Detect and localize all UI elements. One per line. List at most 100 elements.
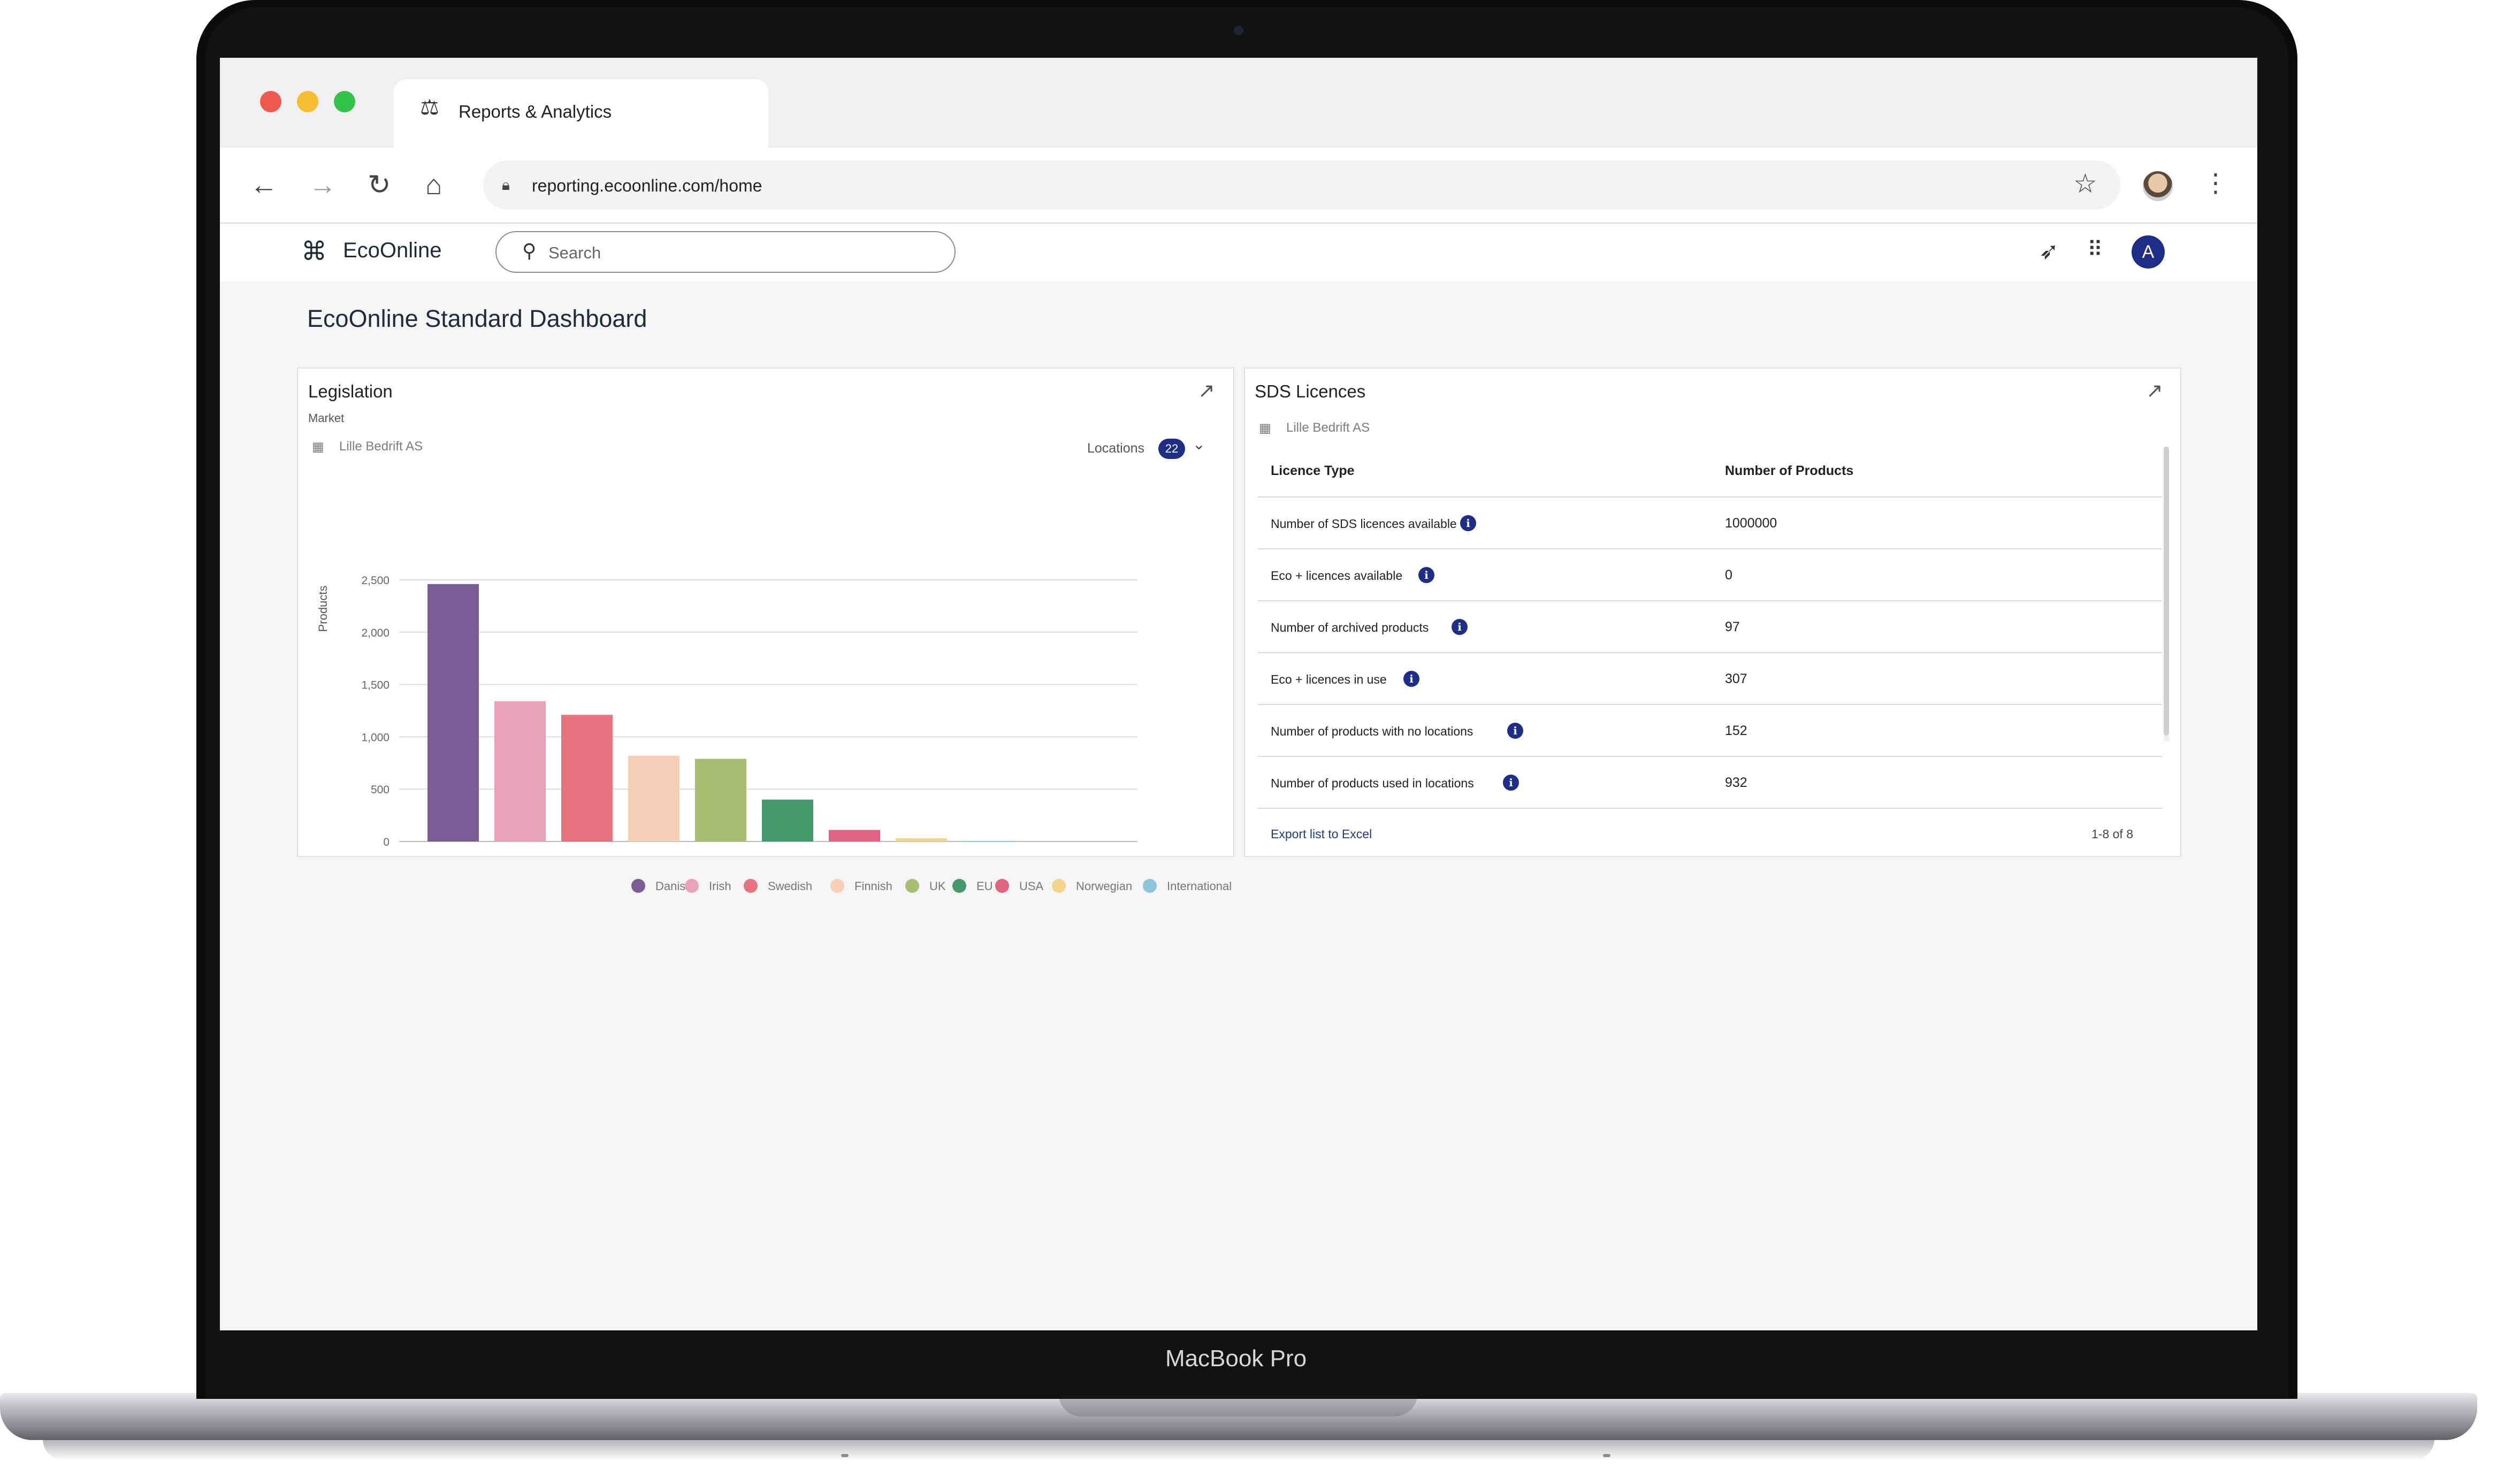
licence-value: 97 [1725,619,1740,634]
export-excel-link[interactable]: Export list to Excel [1271,827,1372,841]
licence-value: 932 [1725,775,1747,790]
pagination-text: 1-8 of 8 [2091,827,2133,841]
y-tick-label: 1,500 [361,679,390,692]
chevron-down-icon[interactable]: ⌄ [1193,435,1205,453]
bookmark-star-icon[interactable]: ☆ [2073,168,2097,199]
back-icon[interactable]: ← [250,166,278,204]
y-tick-label: 1,000 [361,731,390,744]
reload-icon[interactable]: ↻ [368,166,391,204]
info-icon[interactable]: i [1403,671,1419,687]
camera-icon [1234,26,1243,35]
locations-label[interactable]: Locations [1087,441,1144,456]
legislation-title: Legislation [308,381,393,401]
legend-label[interactable]: Norwegian [1076,879,1132,893]
bar-irish[interactable] [494,701,546,841]
info-icon[interactable]: i [1418,567,1434,583]
ecoonline-logo-icon: ⌘ [301,238,327,266]
licence-type-label: Number of products used in locations [1271,776,1474,790]
legend-label[interactable]: UK [929,879,946,893]
laptop-foot [841,1454,849,1457]
scrollbar-thumb[interactable] [2164,447,2169,736]
legend-label[interactable]: Finnish [854,879,892,893]
legend-label[interactable]: Irish [709,879,731,893]
laptop-shadow [43,1439,2434,1460]
column-header-licence-type[interactable]: Licence Type [1271,463,1355,479]
bar-danish[interactable] [427,584,479,841]
licences-title: SDS Licences [1255,381,1366,401]
licence-type-label: Number of archived products [1271,621,1429,634]
company-name: Lille Bedrift AS [339,439,423,454]
licence-type-label: Eco + licences available [1271,569,1403,583]
y-tick-label: 2,000 [361,627,390,639]
brand-name: EcoOnline [343,239,442,262]
forward-icon[interactable]: → [309,166,337,204]
info-icon[interactable]: i [1452,619,1468,635]
url-text: reporting.ecoonline.com/home [532,176,762,195]
legend-label[interactable]: USA [1019,879,1044,893]
legend-swatch[interactable] [1052,879,1066,893]
legend-swatch[interactable] [685,879,699,893]
rocket-icon[interactable]: ➶ [2039,238,2059,265]
device-label: MacBook Pro [1165,1345,1307,1372]
locations-count-badge: 22 [1158,439,1185,459]
bar-usa[interactable] [829,830,880,841]
legislation-subtitle: Market [308,411,345,425]
legend-label[interactable]: EU [976,879,993,893]
table-row: Number of products used in locations i 932 [1258,757,2162,809]
user-avatar[interactable]: A [2132,235,2165,269]
column-header-number-of-products[interactable]: Number of Products [1725,463,1853,479]
licence-type-label: Number of products with no locations [1271,724,1473,738]
open-external-icon[interactable]: ↗ [1198,379,1215,403]
legend-swatch[interactable] [995,879,1009,893]
legend-label[interactable]: Swedish [768,879,812,893]
apps-grid-icon[interactable]: ⠿ [2087,238,2103,262]
info-icon[interactable]: i [1460,515,1476,531]
kebab-menu-icon[interactable]: ⋮ [2203,168,2228,198]
legend-swatch[interactable] [1143,879,1157,893]
search-icon: ⚲ [522,240,537,262]
page-title: EcoOnline Standard Dashboard [307,305,647,332]
licence-value: 307 [1725,671,1747,686]
legend-swatch[interactable] [952,879,966,893]
window-maximize-button[interactable] [334,91,355,112]
open-external-icon[interactable]: ↗ [2146,379,2163,403]
legend-label[interactable]: International lists [1167,879,1231,893]
company-name: Lille Bedrift AS [1286,420,1370,435]
laptop-foot [1603,1454,1610,1457]
bar-eu[interactable] [762,799,813,841]
window-close-button[interactable] [260,91,281,112]
legend-swatch[interactable] [905,879,919,893]
building-icon: ▦ [1259,421,1271,435]
legend-swatch[interactable] [631,879,645,893]
licence-type-label: Number of SDS licences available [1271,517,1457,531]
search-placeholder: Search [548,243,601,262]
screen: ⚖ Reports & Analytics ← → ↻ ⌂ 🔒︎ reporti… [220,58,2257,1330]
y-tick-label: 500 [371,784,390,796]
y-tick-label: 0 [383,836,390,848]
table-row: Number of archived products i 97 [1258,601,2162,653]
tab-title: Reports & Analytics [459,102,612,121]
building-icon: ▦ [312,440,324,454]
table-row: Eco + licences available i 0 [1258,549,2162,601]
bar-finnish[interactable] [628,755,679,841]
chart-bars [427,584,1014,843]
lock-icon: 🔒︎ [502,177,510,193]
browser-profile-avatar[interactable] [2143,171,2173,201]
y-tick-label: 2,500 [361,575,390,587]
bar-norwegian[interactable] [896,838,947,841]
licence-value: 0 [1725,568,1732,583]
window-minimize-button[interactable] [297,91,318,112]
legend-swatch[interactable] [744,879,758,893]
info-icon[interactable]: i [1507,723,1523,739]
legislation-bar-chart: 2,5002,0001,5001,0005000 Danish Irish Swed… [316,575,1231,893]
analytics-icon: ⚖ [420,96,439,119]
home-icon[interactable]: ⌂ [425,166,442,204]
bar-swedish[interactable] [561,715,613,841]
legend-swatch[interactable] [830,879,844,893]
bar-international-lists[interactable] [963,841,1014,843]
bar-uk[interactable] [695,759,746,841]
info-icon[interactable]: i [1503,775,1519,791]
licence-value: 1000000 [1725,516,1777,531]
table-row: Eco + licences in use i 307 [1258,653,2162,705]
table-row: Number of SDS licences available i 1000000 [1258,497,2162,549]
